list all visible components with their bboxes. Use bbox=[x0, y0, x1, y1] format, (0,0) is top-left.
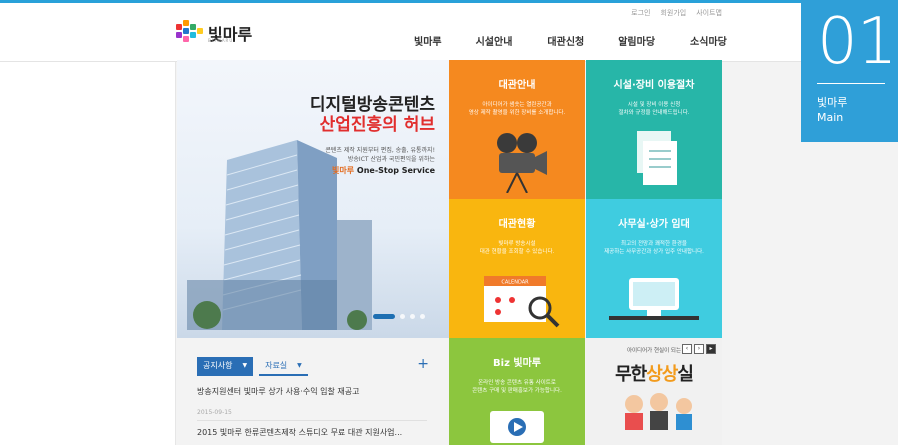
next-arrow-icon[interactable]: › bbox=[694, 344, 704, 354]
tile-desc: 아이디어가 샘솟는 열린공간과 영상 제작 촬영을 위한 장비를 소개합니다. bbox=[468, 102, 566, 116]
slider-dot[interactable] bbox=[420, 314, 425, 319]
tile-big-title: 무한상상실 bbox=[615, 364, 694, 385]
notice-tabs: 공지사항 ▼ 자료실 ▼ bbox=[197, 357, 308, 376]
document-icon bbox=[637, 131, 677, 185]
nav-rental-request[interactable]: 대관신청 bbox=[547, 33, 584, 48]
notice-section: 공지사항 ▼ 자료실 ▼ + 방송지원센터 빛마루 상가 사용·수익 입찰 재공고 … bbox=[177, 338, 449, 445]
tile-biz-bitmaru[interactable]: Biz 빛마루 온라인 방송 콘텐츠 유통 사이트로 콘텐츠 구매 및 판매홍보가… bbox=[449, 338, 585, 445]
hero-title-line2: 산업진흥의 허브 bbox=[319, 115, 435, 135]
badge-divider bbox=[817, 83, 885, 84]
hero-desc-line2: 방송ICT 산업과 국민편익을 위하는 bbox=[347, 156, 435, 163]
site-logo[interactable]: 빛마루 bbox=[176, 18, 256, 48]
tile-desc: 빛마루 방송시설 대관 현황을 조회할 수 있습니다. bbox=[479, 241, 555, 255]
slider-dot-active[interactable] bbox=[373, 314, 395, 319]
tile-rental-guide[interactable]: 대관안내 아이디어가 샘솟는 열린공간과 영상 제작 촬영을 위한 장비를 소개합… bbox=[449, 60, 585, 199]
one-stop-brand: 빛마루 bbox=[332, 166, 355, 175]
badge-label: 빛마루 Main bbox=[817, 95, 847, 125]
tile-rental-status[interactable]: 대관현황 빛마루 방송시설 대관 현황을 조회할 수 있습니다. CALENDAR bbox=[449, 199, 585, 338]
nav-news-board[interactable]: 소식마당 bbox=[690, 33, 727, 48]
notice-date: 2015-09-15 bbox=[197, 409, 232, 416]
play-icon bbox=[490, 411, 544, 443]
nav-notice-board[interactable]: 알림마당 bbox=[618, 33, 655, 48]
signup-link[interactable]: 회원가입 bbox=[660, 8, 686, 18]
play-toggle-icon[interactable]: ▸ bbox=[706, 344, 716, 354]
tab-archive[interactable]: 자료실 ▼ bbox=[259, 357, 308, 376]
tile-title: 대관안내 bbox=[498, 80, 536, 91]
tile-imagination-room[interactable]: ‹ › ▸ 아이디어가 현실이 되는 무한상상실 bbox=[586, 338, 722, 445]
hero-banner[interactable]: 디지털방송콘텐츠 산업진흥의 허브 콘텐츠 제작 지원부터 편집, 송출, 유통… bbox=[177, 60, 449, 338]
page: 빛마루 BITMARU 로그인 회원가입 사이트맵 빛마루 시설안내 대관신청 … bbox=[0, 0, 898, 445]
hero-description: 콘텐츠 제작 지원부터 편집, 송출, 유통까지! 방송ICT 산업과 국민편익… bbox=[325, 146, 435, 164]
logo-subtext: BITMARU bbox=[208, 38, 234, 43]
tile-controls: ‹ › ▸ bbox=[682, 344, 716, 354]
more-plus-icon[interactable]: + bbox=[417, 356, 429, 372]
main-nav: 빛마루 시설안내 대관신청 알림마당 소식마당 bbox=[414, 33, 727, 48]
badge-label-line2: Main bbox=[817, 111, 844, 124]
caret-down-icon: ▼ bbox=[297, 362, 302, 369]
notice-item[interactable]: 2015 빛마루 한류콘텐츠제작 스튜디오 무료 대관 지원사업... bbox=[197, 427, 402, 438]
badge-label-line1: 빛마루 bbox=[817, 96, 848, 109]
slider-dot[interactable] bbox=[410, 314, 415, 319]
tile-office-lease[interactable]: 사무실·상가 임대 최고의 전망과 쾌적한 환경을 제공하는 사무공간과 상가 입… bbox=[586, 199, 722, 338]
tile-title: 시설·장비 이용절차 bbox=[613, 80, 695, 91]
nav-facility-info[interactable]: 시설안내 bbox=[476, 33, 513, 48]
nav-bitmaru[interactable]: 빛마루 bbox=[414, 33, 442, 48]
tile-desc: 온라인 방송 콘텐츠 유통 사이트로 콘텐츠 구매 및 판매홍보가 가능합니다. bbox=[472, 380, 562, 394]
notice-divider bbox=[197, 420, 427, 421]
tab-notice[interactable]: 공지사항 ▼ bbox=[197, 357, 254, 376]
slider-dot[interactable] bbox=[400, 314, 405, 319]
camera-icon bbox=[497, 133, 547, 194]
office-icon bbox=[609, 278, 699, 320]
prev-arrow-icon[interactable]: ‹ bbox=[682, 344, 692, 354]
logo-mark-icon bbox=[176, 20, 204, 46]
tile-title: Biz 빛마루 bbox=[493, 358, 541, 369]
tile-facility-procedure[interactable]: 시설·장비 이용절차 시설 및 장비 이용 신청 절차와 규정을 안내해드립니다. bbox=[586, 60, 722, 199]
one-stop-label: One-Stop Service bbox=[356, 166, 435, 175]
tile-title: 사무실·상가 임대 bbox=[618, 219, 690, 230]
notice-item[interactable]: 방송지원센터 빛마루 상가 사용·수익 입찰 재공고 bbox=[197, 386, 359, 397]
caret-down-icon: ▼ bbox=[242, 362, 248, 369]
tile-desc: 시설 및 장비 이용 신청 절차와 규정을 안내해드립니다. bbox=[618, 102, 690, 116]
hero-desc-line1: 콘텐츠 제작 지원부터 편집, 송출, 유통까지! bbox=[325, 147, 435, 154]
badge-number: 01 bbox=[817, 5, 897, 79]
login-link[interactable]: 로그인 bbox=[631, 8, 650, 18]
calendar-label: CALENDAR bbox=[501, 280, 529, 286]
left-panel bbox=[0, 62, 176, 445]
sitemap-link[interactable]: 사이트맵 bbox=[696, 8, 722, 18]
hero-title-line1: 디지털방송콘텐츠 bbox=[309, 95, 435, 115]
slider-pagination bbox=[373, 314, 425, 319]
hero-title: 디지털방송콘텐츠 산업진흥의 허브 bbox=[310, 95, 435, 135]
tile-title: 대관현황 bbox=[498, 219, 536, 230]
one-stop-text: 빛마루 One-Stop Service bbox=[332, 165, 435, 176]
people-illustration bbox=[625, 393, 692, 430]
tile-desc: 최고의 전망과 쾌적한 환경을 제공하는 사무공간과 상가 입주 안내합니다. bbox=[604, 241, 704, 255]
utility-links: 로그인 회원가입 사이트맵 bbox=[631, 8, 722, 18]
page-badge: 01 빛마루 Main bbox=[801, 0, 898, 142]
calendar-icon: CALENDAR bbox=[484, 276, 560, 328]
